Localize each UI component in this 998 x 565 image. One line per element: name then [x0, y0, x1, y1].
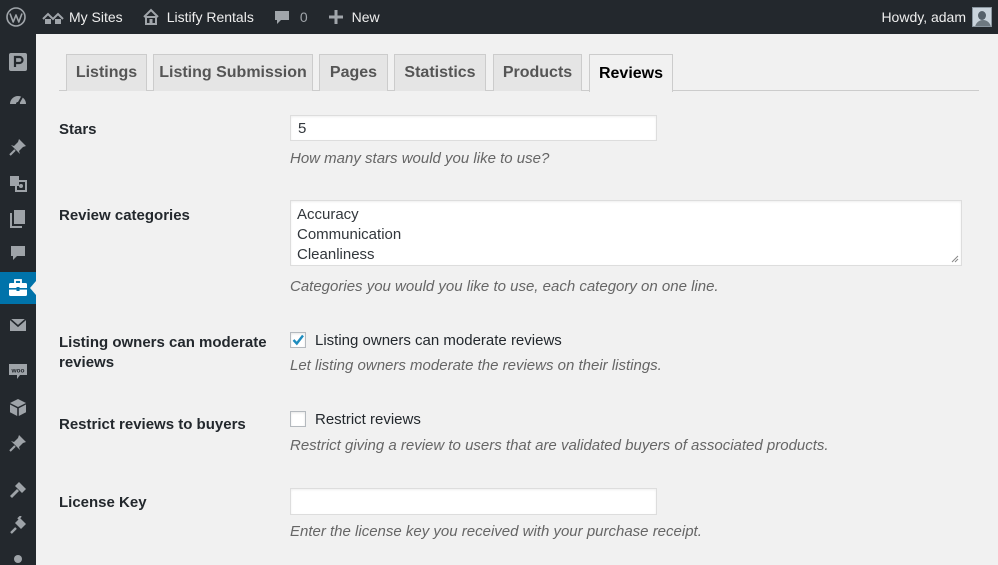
stars-value: 5	[298, 119, 307, 137]
comments-icon	[11, 246, 25, 260]
plus-icon	[326, 7, 346, 27]
license-key-label: License Key	[59, 494, 147, 511]
my-sites-label: My Sites	[69, 9, 123, 25]
pages-icon	[10, 210, 25, 228]
license-key-description: Enter the license key you received with …	[290, 523, 702, 540]
tab-listing-submission[interactable]: Listing Submission	[153, 54, 313, 91]
sidebar-item-pages[interactable]	[0, 202, 36, 234]
tab-reviews[interactable]: Reviews	[589, 54, 673, 92]
review-categories-description: Categories you would you like to use, ea…	[290, 278, 719, 295]
products-icon	[10, 399, 26, 416]
sidebar-item-comments[interactable]	[0, 237, 36, 269]
moderate-reviews-description: Let listing owners moderate the reviews …	[290, 357, 662, 374]
moderate-reviews-checkbox-label[interactable]: Listing owners can moderate reviews	[315, 332, 562, 349]
wordpress-logo-icon	[6, 7, 26, 27]
review-categories-textarea[interactable]: Accuracy Communication Cleanliness	[290, 200, 962, 266]
site-name-label: Listify Rentals	[166, 9, 254, 25]
users-icon	[14, 555, 22, 563]
sidebar-item-posts[interactable]	[0, 131, 36, 163]
stars-label: Stars	[59, 121, 97, 138]
howdy-label: Howdy, adam	[881, 9, 966, 25]
restrict-reviews-description: Restrict giving a review to users that a…	[290, 437, 829, 454]
sidebar-item-pin[interactable]	[0, 427, 36, 459]
mail-icon	[9, 318, 27, 331]
home-icon	[141, 7, 161, 27]
pin-icon	[9, 435, 26, 452]
comments-count: 0	[299, 9, 308, 25]
sidebar-item-products[interactable]	[0, 391, 36, 423]
sidebar-item-mail[interactable]	[0, 309, 36, 341]
svg-text:woo: woo	[11, 368, 25, 375]
dashboard-icon	[10, 96, 26, 106]
media-icon	[10, 176, 27, 192]
moderate-reviews-checkbox[interactable]	[290, 332, 306, 348]
sidebar-item-job-listings[interactable]	[0, 272, 36, 304]
moderate-reviews-label: Listing owners can moderate reviews	[59, 334, 267, 371]
new-content-menu[interactable]: New	[326, 0, 380, 34]
tab-pages[interactable]: Pages	[319, 54, 388, 91]
parking-icon	[9, 53, 27, 71]
restrict-reviews-checkbox-label[interactable]: Restrict reviews	[315, 411, 421, 428]
category-line: Accuracy	[297, 206, 359, 223]
license-key-input[interactable]	[290, 488, 657, 515]
tab-listings[interactable]: Listings	[66, 54, 147, 91]
admin-bar: My Sites Listify Rentals 0 New Howdy, ad…	[0, 0, 998, 34]
site-name-menu[interactable]: Listify Rentals	[141, 0, 254, 34]
my-sites-menu[interactable]: My Sites	[42, 0, 123, 34]
my-sites-icon	[42, 7, 64, 27]
sidebar-item-media[interactable]	[0, 167, 36, 199]
woocommerce-icon: woo	[9, 364, 27, 379]
checkmark-icon	[292, 334, 304, 346]
stars-description: How many stars would you like to use?	[290, 150, 550, 167]
sidebar-item-users[interactable]	[0, 546, 36, 565]
my-account-menu[interactable]: Howdy, adam	[881, 0, 992, 34]
sidebar-item-woocommerce[interactable]: woo	[0, 355, 36, 387]
restrict-reviews-label: Restrict reviews to buyers	[59, 416, 246, 433]
category-line: Communication	[297, 226, 402, 243]
stars-input[interactable]: 5	[290, 115, 657, 141]
category-line: Cleanliness	[297, 246, 375, 263]
briefcase-icon	[9, 279, 27, 296]
wordpress-logo-menu[interactable]	[0, 0, 32, 34]
admin-sidebar: woo	[0, 34, 36, 565]
comment-bubble-icon	[272, 7, 292, 27]
comments-menu[interactable]: 0	[272, 0, 308, 34]
new-label: New	[351, 9, 380, 25]
settings-tabs: Listings Listing Submission Pages Statis…	[59, 54, 979, 92]
sidebar-item-parking[interactable]	[0, 46, 36, 78]
pin-icon	[9, 139, 26, 156]
tab-products[interactable]: Products	[493, 54, 582, 91]
sidebar-item-plugins[interactable]	[0, 510, 36, 542]
review-categories-label: Review categories	[59, 207, 190, 224]
sidebar-item-appearance[interactable]	[0, 474, 36, 506]
resize-grip-icon[interactable]	[951, 255, 959, 263]
sidebar-item-dashboard[interactable]	[0, 84, 36, 116]
appearance-icon	[10, 482, 26, 498]
restrict-reviews-checkbox[interactable]	[290, 411, 306, 427]
avatar	[972, 7, 992, 27]
tab-statistics[interactable]: Statistics	[394, 54, 486, 91]
plugins-icon	[10, 516, 26, 534]
